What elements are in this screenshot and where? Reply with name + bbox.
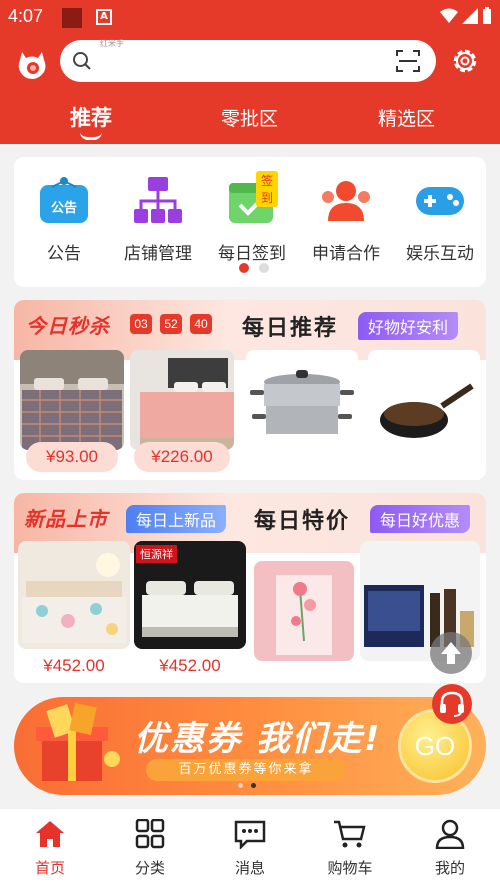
quick-item-store-management[interactable]: 店铺管理 [112, 175, 204, 264]
new-arrivals-card: 新品上市 每日上新品 每日特价 每日好优惠 ¥452.00 恒源祥 ¥452.0… [14, 493, 486, 683]
battery-icon [483, 7, 491, 24]
quick-menu-pager [239, 263, 269, 273]
product-price: ¥452.00 [43, 656, 105, 675]
message-icon [234, 820, 266, 851]
product-image [20, 350, 124, 450]
flash-sale-card: 今日秒杀 03 52 40 每日推荐 好物好安利 ¥93.00 ¥226.00 [14, 300, 486, 480]
nav-label: 消息 [234, 859, 265, 877]
banner-title: 优惠券 我们走! [134, 719, 382, 759]
nav-home[interactable]: 首页 [10, 819, 90, 878]
product-image [246, 350, 358, 460]
product-price: ¥452.00 [159, 656, 221, 675]
app-header: 红米手 推荐 零批区 精选区 [0, 34, 500, 144]
arrow-up-icon [441, 642, 461, 664]
nav-messages[interactable]: 消息 [210, 819, 290, 878]
quick-item-label: 娱乐互动 [406, 244, 474, 264]
quick-item-announcement[interactable]: 公告 公告 [18, 175, 110, 264]
tab-selected[interactable]: 精选区 [378, 104, 435, 131]
cooperation-icon [320, 175, 372, 227]
product-price: ¥226.00 [134, 442, 230, 472]
nav-label: 首页 [34, 859, 65, 877]
pager-dot-active[interactable] [239, 263, 249, 273]
quick-item-daily-checkin[interactable]: 签到 每日签到 [206, 171, 298, 264]
checkin-tag: 签到 [256, 171, 278, 207]
product-black-wok[interactable] [368, 350, 480, 460]
scroll-to-top-button[interactable] [430, 632, 472, 674]
gamepad-icon [414, 175, 466, 227]
tab-active-indicator [80, 132, 102, 140]
quick-item-label: 每日签到 [218, 244, 286, 264]
notification-icon [62, 8, 82, 28]
settings-gear-icon[interactable] [450, 46, 480, 76]
new-arrivals-title[interactable]: 新品上市 [24, 503, 108, 532]
countdown-timer: 03 52 40 [130, 314, 212, 334]
timer-seconds: 40 [190, 314, 212, 334]
status-bar: 4:07 A [0, 0, 500, 34]
quick-item-cooperation[interactable]: 申请合作 [300, 175, 392, 264]
brand-tag: 恒源祥 [136, 545, 177, 563]
timer-minutes: 52 [160, 314, 182, 334]
nav-label: 我的 [434, 859, 465, 877]
timer-hours: 03 [130, 314, 152, 334]
daily-special-title[interactable]: 每日特价 [254, 503, 350, 535]
quick-item-label: 店铺管理 [124, 244, 192, 264]
nav-cart[interactable]: 购物车 [310, 819, 390, 878]
search-bar[interactable]: 红米手 [60, 39, 436, 82]
tab-wholesale[interactable]: 零批区 [221, 104, 278, 131]
home-icon [36, 821, 64, 847]
quick-item-label: 公告 [47, 244, 81, 264]
nav-label: 购物车 [327, 859, 373, 877]
nav-category[interactable]: 分类 [110, 818, 190, 878]
profile-icon [435, 819, 465, 850]
tab-recommend[interactable]: 推荐 [70, 102, 112, 132]
announcement-icon: 公告 [38, 175, 90, 227]
product-price: ¥93.00 [26, 442, 118, 472]
pager-dot[interactable] [259, 263, 269, 273]
product-mattress[interactable]: 恒源祥 [134, 541, 246, 649]
daily-special-badge: 每日好优惠 [370, 505, 471, 533]
wifi-icon [440, 8, 458, 23]
banner-pager [238, 783, 256, 788]
status-time: 4:07 [8, 6, 44, 26]
product-quilt-grey[interactable] [20, 350, 124, 450]
bottom-navigation: 首页 分类 消息 购物车 我的 [0, 808, 500, 888]
flash-sale-title[interactable]: 今日秒杀 [26, 310, 110, 339]
quick-item-entertainment[interactable]: 娱乐互动 [394, 175, 486, 264]
nav-label: 分类 [134, 859, 165, 877]
coupon-banner[interactable]: 优惠券 我们走! 百万优惠券等你来拿 GO [14, 697, 486, 795]
store-management-icon [132, 175, 184, 227]
product-image [18, 541, 130, 649]
banner-dot[interactable] [238, 783, 243, 788]
quick-item-label: 申请合作 [312, 244, 380, 264]
daily-recommend-badge: 好物好安利 [358, 312, 459, 340]
announcement-icon-text: 公告 [50, 201, 77, 216]
search-icon [73, 52, 91, 70]
cart-icon [334, 820, 366, 848]
notification-badge-icon: A [96, 9, 112, 25]
daily-recommend-title[interactable]: 每日推荐 [242, 310, 338, 342]
banner-subtitle: 百万优惠券等你来拿 [146, 759, 346, 781]
quick-menu: 公告 公告 店铺管理 签到 每日签到 申请合作 娱乐互动 [14, 157, 486, 287]
category-tabs: 推荐 零批区 精选区 [0, 102, 500, 140]
signal-icon [462, 8, 478, 24]
banner-dot-active[interactable] [251, 783, 256, 788]
app-logo-icon [18, 52, 46, 79]
product-image [368, 350, 480, 460]
system-icons [440, 7, 492, 25]
new-arrivals-badge: 每日上新品 [126, 505, 227, 533]
nav-profile[interactable]: 我的 [410, 819, 490, 878]
headset-icon [440, 691, 464, 717]
search-hint: 红米手 [100, 39, 124, 48]
product-image [130, 350, 234, 450]
product-floral-quilt[interactable] [18, 541, 130, 649]
product-roses-box[interactable] [254, 561, 354, 661]
scan-icon[interactable] [396, 50, 420, 72]
daily-checkin-icon: 签到 [226, 171, 278, 227]
product-quilt-pink[interactable] [130, 350, 234, 450]
product-steamer-pot[interactable] [246, 350, 358, 460]
customer-service-button[interactable] [432, 684, 472, 724]
product-image [254, 561, 354, 661]
category-icon [135, 818, 165, 849]
gift-box-icon [36, 703, 120, 781]
